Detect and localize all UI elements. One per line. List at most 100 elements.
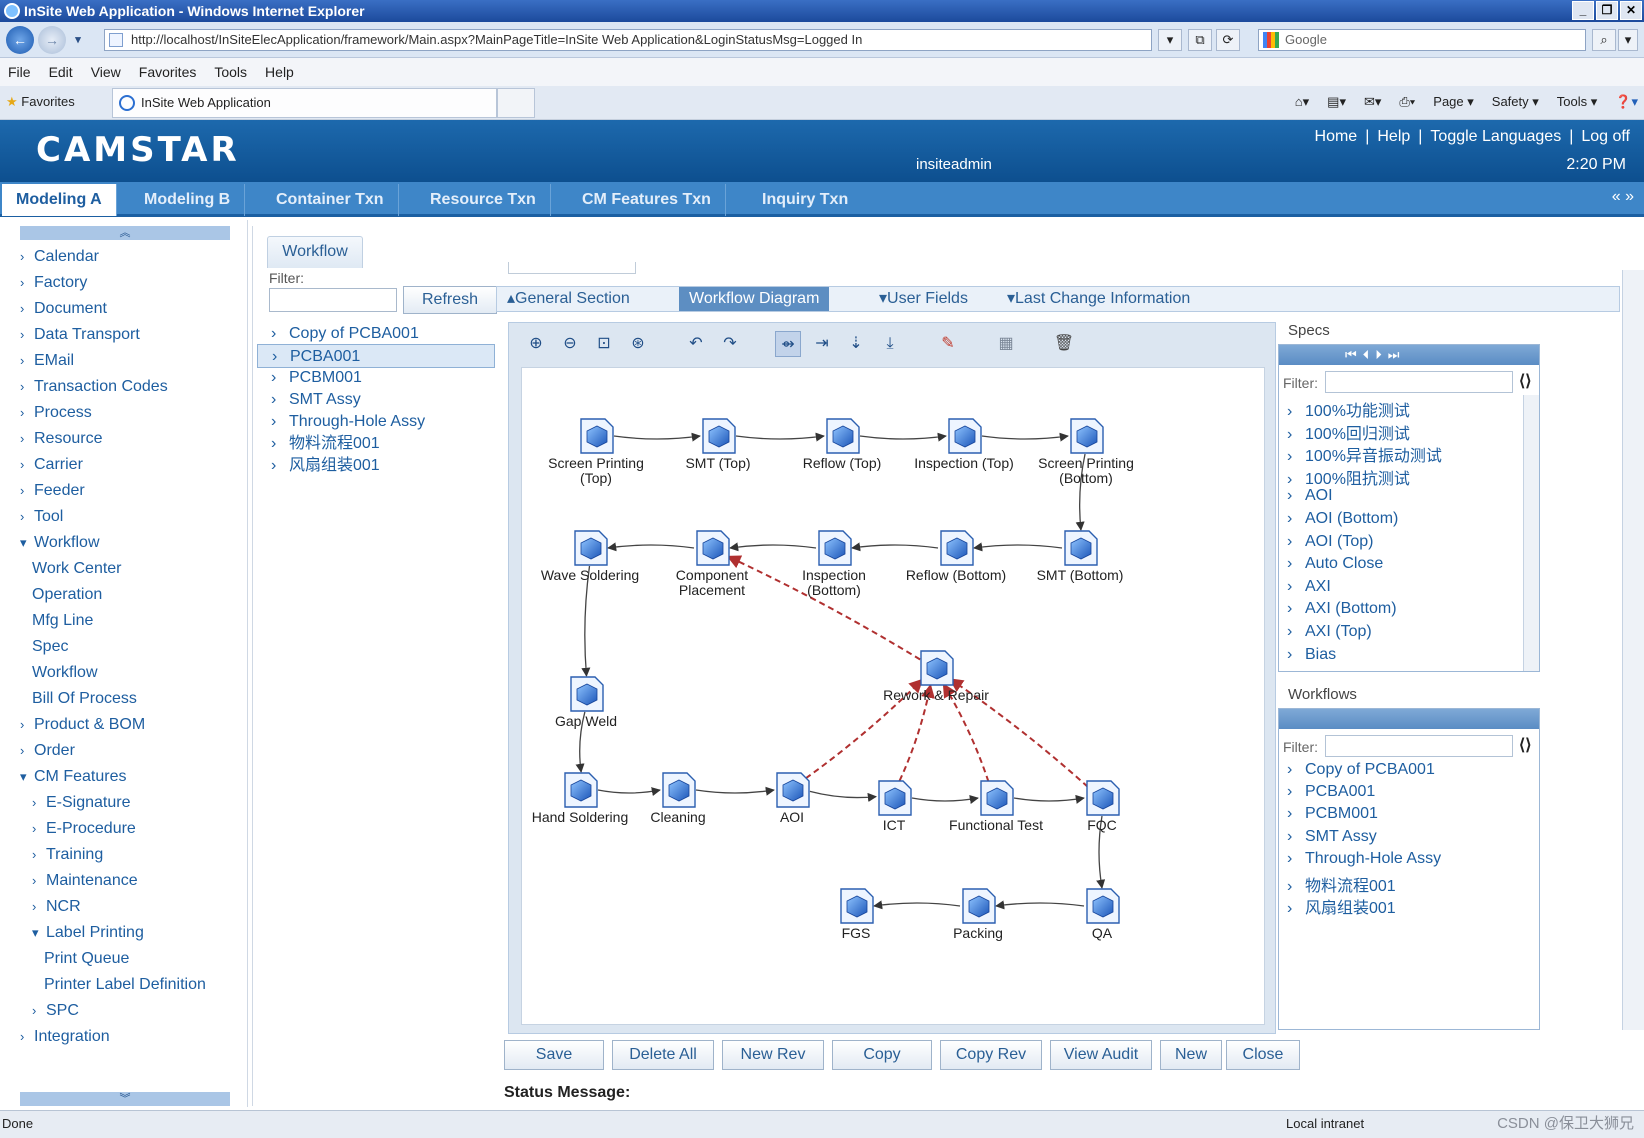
safety-menu[interactable]: Safety ▾ <box>1492 94 1539 110</box>
specs-refresh-icon[interactable]: ⟨⟩ <box>1519 371 1531 391</box>
workflow-filter-input[interactable] <box>269 288 397 312</box>
nav-item[interactable]: › EMail <box>20 352 74 370</box>
nav-scroll-up-icon[interactable]: ︽ <box>20 226 230 240</box>
close-button[interactable]: Close <box>1226 1040 1300 1070</box>
nav-item[interactable]: › Carrier <box>20 456 83 474</box>
nav-item[interactable]: › Feeder <box>20 482 85 500</box>
nav-item[interactable]: ▾ CM Features <box>20 768 126 786</box>
tab-cm-features-txn[interactable]: CM Features Txn <box>568 184 726 216</box>
refresh-icon[interactable]: ⟳ <box>1216 29 1240 51</box>
grid-icon[interactable]: ▦ <box>993 331 1019 357</box>
specs-list-item[interactable]: › AOI <box>1287 487 1333 505</box>
copy-button[interactable]: Copy <box>832 1040 932 1070</box>
workflow-link[interactable] <box>729 542 817 552</box>
workflows-list-item[interactable]: › Copy of PCBA001 <box>1287 761 1435 779</box>
specs-scrollbar[interactable] <box>1523 395 1539 671</box>
nav-item[interactable]: ▾ Label Printing <box>32 924 144 942</box>
redo-icon[interactable]: ↷ <box>717 331 743 357</box>
specs-list-item[interactable]: › Auto Close <box>1287 555 1383 573</box>
tab-user-fields[interactable]: ▾User Fields <box>869 287 978 311</box>
specs-list-item[interactable]: › AXI (Bottom) <box>1287 600 1397 618</box>
home-icon[interactable]: ⌂▾ <box>1295 94 1309 110</box>
workflow-list-item[interactable]: › Copy of PCBA001 <box>257 322 495 346</box>
workflow-link[interactable] <box>735 432 825 442</box>
zoom-in-icon[interactable]: ⊕ <box>523 331 549 357</box>
workflow-step[interactable]: Reflow (Top) <box>803 418 882 471</box>
tab-scroll-arrows[interactable]: « » <box>1612 188 1634 206</box>
page-menu[interactable]: Page ▾ <box>1433 94 1474 110</box>
workflow-list-item[interactable]: › SMT Assy <box>257 388 495 412</box>
connect-vertical-icon[interactable]: ⇣ <box>843 331 869 357</box>
workflows-list-item[interactable]: › 风扇组装001 <box>1287 894 1396 918</box>
tab-general-section[interactable]: ▴General Section <box>497 287 640 311</box>
nav-item[interactable]: › Order <box>20 742 75 760</box>
feeds-icon[interactable]: ▤▾ <box>1327 94 1346 110</box>
nav-item[interactable]: › Product & BOM <box>20 716 145 734</box>
nav-item[interactable]: Mfg Line <box>32 612 93 630</box>
home-link[interactable]: Home <box>1315 128 1358 146</box>
workflow-step[interactable]: QA <box>1086 888 1120 941</box>
workflows-list-item[interactable]: › PCBA001 <box>1287 783 1375 801</box>
workflow-link[interactable] <box>981 432 1069 442</box>
workflow-step[interactable]: Hand Soldering <box>532 772 629 825</box>
save-button[interactable]: Save <box>504 1040 604 1070</box>
nav-item[interactable]: › Document <box>20 300 107 318</box>
connect-vertical-alt-icon[interactable]: ⤓ <box>877 331 903 357</box>
minimize-button[interactable]: _ <box>1572 1 1594 20</box>
tab-workflow-diagram[interactable]: Workflow Diagram <box>679 287 830 311</box>
workflows-list-item[interactable]: › SMT Assy <box>1287 828 1377 846</box>
zoom-actual-icon[interactable]: ⊛ <box>625 331 651 357</box>
nav-item[interactable]: › Process <box>20 404 92 422</box>
workflow-link[interactable] <box>1013 794 1085 804</box>
menu-help[interactable]: Help <box>265 64 294 80</box>
nav-item[interactable]: Print Queue <box>44 950 129 968</box>
close-window-button[interactable]: ✕ <box>1620 1 1642 20</box>
url-dropdown-icon[interactable]: ▾ <box>1158 29 1182 51</box>
workflow-link[interactable] <box>851 542 939 552</box>
workflow-step[interactable]: ICT <box>878 780 912 833</box>
favorites-button[interactable]: ★ Favorites <box>6 94 75 110</box>
workflows-refresh-icon[interactable]: ⟨⟩ <box>1519 735 1531 755</box>
workflow-link[interactable] <box>597 787 661 797</box>
nav-item[interactable]: › Data Transport <box>20 326 140 344</box>
nav-item[interactable]: Bill Of Process <box>32 690 137 708</box>
workflows-list-item[interactable]: › PCBM001 <box>1287 805 1378 823</box>
tab-inquiry-txn[interactable]: Inquiry Txn <box>748 184 862 216</box>
browser-tab[interactable]: InSite Web Application <box>112 88 497 118</box>
tools-menu[interactable]: Tools ▾ <box>1557 94 1598 110</box>
workflow-step[interactable]: Inspection(Bottom) <box>802 530 866 598</box>
print-icon[interactable]: ⎙▾ <box>1399 94 1415 110</box>
workflow-step[interactable]: Wave Soldering <box>541 530 639 583</box>
search-options-icon[interactable]: ▾ <box>1618 29 1638 51</box>
workflow-tab[interactable]: Workflow <box>267 236 363 268</box>
workflow-step[interactable]: Gap Weld <box>555 676 617 729</box>
menu-tools[interactable]: Tools <box>214 64 247 80</box>
menu-view[interactable]: View <box>91 64 121 80</box>
workflow-link[interactable] <box>613 432 701 442</box>
workflow-list-item[interactable]: › PCBA001 <box>257 344 495 368</box>
menu-edit[interactable]: Edit <box>49 64 73 80</box>
nav-item[interactable]: Operation <box>32 586 102 604</box>
workflow-step[interactable]: Reflow (Bottom) <box>906 530 1006 583</box>
nav-item[interactable]: Workflow <box>32 664 98 682</box>
workflow-step[interactable]: AOI <box>776 772 810 825</box>
search-go-icon[interactable]: ⌕ <box>1592 29 1616 51</box>
back-button[interactable]: ← <box>6 26 34 54</box>
nav-item[interactable]: Spec <box>32 638 68 656</box>
diagram-canvas[interactable]: Screen Printing (Top) SMT (Top) Reflow (Top… <box>521 367 1265 1025</box>
workflow-link[interactable] <box>607 542 695 552</box>
nav-item[interactable]: Printer Label Definition <box>44 976 206 994</box>
menu-favorites[interactable]: Favorites <box>139 64 197 80</box>
workflow-step[interactable]: ComponentPlacement <box>676 530 748 598</box>
new-button[interactable]: New <box>1160 1040 1222 1070</box>
specs-list-item[interactable]: › 100%阻抗测试 <box>1287 465 1410 489</box>
toggle-languages-link[interactable]: Toggle Languages <box>1430 128 1561 146</box>
tab-last-change-information[interactable]: ▾Last Change Information <box>997 287 1200 311</box>
nav-item[interactable]: › Maintenance <box>32 872 138 890</box>
workflow-link[interactable] <box>995 900 1085 910</box>
nav-item[interactable]: › E-Signature <box>32 794 131 812</box>
specs-list-item[interactable]: › AXI <box>1287 578 1331 596</box>
zoom-out-icon[interactable]: ⊖ <box>557 331 583 357</box>
nav-item[interactable]: › Integration <box>20 1028 110 1046</box>
new-rev-button[interactable]: New Rev <box>722 1040 824 1070</box>
